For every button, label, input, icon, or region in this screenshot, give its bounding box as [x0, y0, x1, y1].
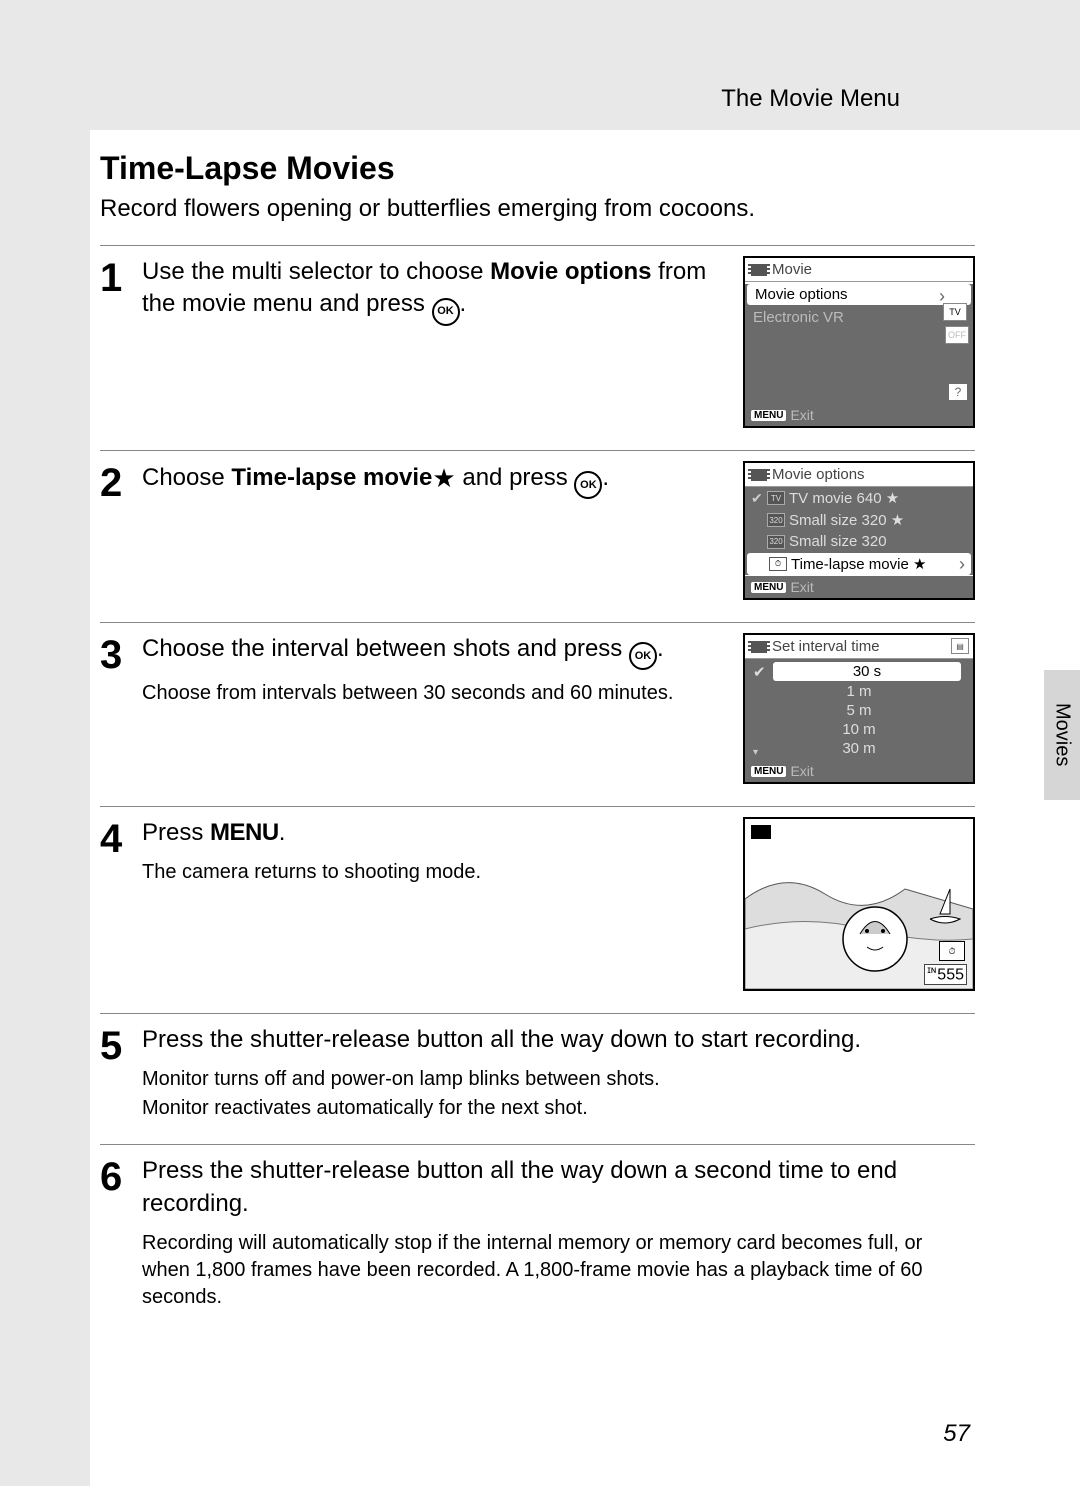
option-small-320-star: 320Small size 320 ★ [745, 509, 973, 531]
step-5-text: Press the shutter-release button all the… [142, 1024, 975, 1056]
interval-10m: 10 m [745, 720, 973, 739]
interval-30m: 30 m [745, 739, 973, 758]
movie-icon [751, 264, 767, 276]
step-2: 2 Choose Time-lapse movie★ and press OK.… [100, 450, 975, 622]
step-4-subtext: The camera returns to shooting mode. [142, 859, 731, 886]
step-4-text: Press MENU. [142, 817, 731, 849]
step-5-sub1: Monitor turns off and power-on lamp blin… [142, 1066, 975, 1093]
ok-icon: OK [432, 298, 460, 326]
step-1: 1 Use the multi selector to choose Movie… [100, 245, 975, 450]
ok-icon: OK [629, 642, 657, 670]
menu-row-movie-options: Movie options TV [747, 284, 971, 305]
check-icon: ✔ [751, 490, 763, 507]
size-mini-icon: 320 [767, 535, 785, 549]
frame-count: 555 [924, 964, 967, 985]
check-icon: ✔ [753, 663, 766, 681]
step-3-number: 3 [100, 633, 142, 784]
step-5-number: 5 [100, 1024, 142, 1122]
step-6-number: 6 [100, 1155, 142, 1311]
menu-row-electronic-vr: Electronic VR OFF [745, 307, 973, 328]
star-icon: ★ [432, 463, 455, 493]
step-5: 5 Press the shutter-release button all t… [100, 1013, 975, 1144]
interval-30s: ✔30 s [773, 662, 961, 681]
timelapse-mini-icon: ⏱ [769, 557, 787, 571]
option-small-320: 320Small size 320 [745, 531, 973, 552]
step-3: 3 Choose the interval between shots and … [100, 622, 975, 806]
menu-chip-icon: MENU [751, 766, 786, 777]
card-icon: ▤ [951, 638, 969, 654]
off-badge-icon: OFF [945, 326, 969, 344]
screen-set-interval: Set interval time ▤ ✔30 s 1 m 5 m 10 m 3… [743, 633, 975, 784]
step-4: 4 Press MENU. The camera returns to shoo… [100, 806, 975, 1013]
menu-chip-icon: MENU [751, 410, 786, 421]
screen-movie-menu: Movie Movie options TV Electronic VR OFF… [743, 256, 975, 428]
option-tv-movie-640: ✔TVTV movie 640 ★ [745, 487, 973, 509]
header-section-label: The Movie Menu [721, 85, 900, 113]
header-gray-bar [0, 0, 1080, 130]
side-tab-movies: Movies [1044, 670, 1080, 800]
help-icon: ? [949, 384, 967, 400]
interval-5m: 5 m [745, 701, 973, 720]
page-number: 57 [943, 1420, 970, 1448]
page-title: Time-Lapse Movies [100, 150, 975, 187]
movie-icon [751, 641, 767, 653]
step-6-text: Press the shutter-release button all the… [142, 1155, 975, 1220]
movie-icon [751, 469, 767, 481]
left-gray-margin [0, 0, 90, 1486]
step-3-subtext: Choose from intervals between 30 seconds… [142, 680, 731, 707]
step-1-text: Use the multi selector to choose Movie o… [142, 256, 731, 326]
interval-1m: 1 m [745, 682, 973, 701]
step-6: 6 Press the shutter-release button all t… [100, 1144, 975, 1333]
side-tab-label: Movies [1051, 703, 1074, 766]
size-mini-icon: 320 [767, 513, 785, 527]
movie-mode-icon [751, 825, 771, 839]
step-2-text: Choose Time-lapse movie★ and press OK. [142, 461, 731, 499]
tv-mini-icon: TV [767, 491, 785, 505]
step-2-number: 2 [100, 461, 142, 600]
option-time-lapse: ⏱Time-lapse movie ★ [747, 553, 971, 575]
screen-movie-options: Movie options ✔TVTV movie 640 ★ 320Small… [743, 461, 975, 600]
step-4-number: 4 [100, 817, 142, 991]
timelapse-indicator-icon: ⏱ [939, 941, 965, 961]
step-6-subtext: Recording will automatically stop if the… [142, 1230, 975, 1311]
ok-icon: OK [574, 471, 602, 499]
menu-chip-icon: MENU [751, 582, 786, 593]
shooting-mode-illustration: ⏱ 555 [743, 817, 975, 991]
step-3-text: Choose the interval between shots and pr… [142, 633, 731, 670]
intro-text: Record flowers opening or butterflies em… [100, 195, 975, 223]
step-1-number: 1 [100, 256, 142, 428]
step-5-sub2: Monitor reactivates automatically for th… [142, 1095, 975, 1122]
